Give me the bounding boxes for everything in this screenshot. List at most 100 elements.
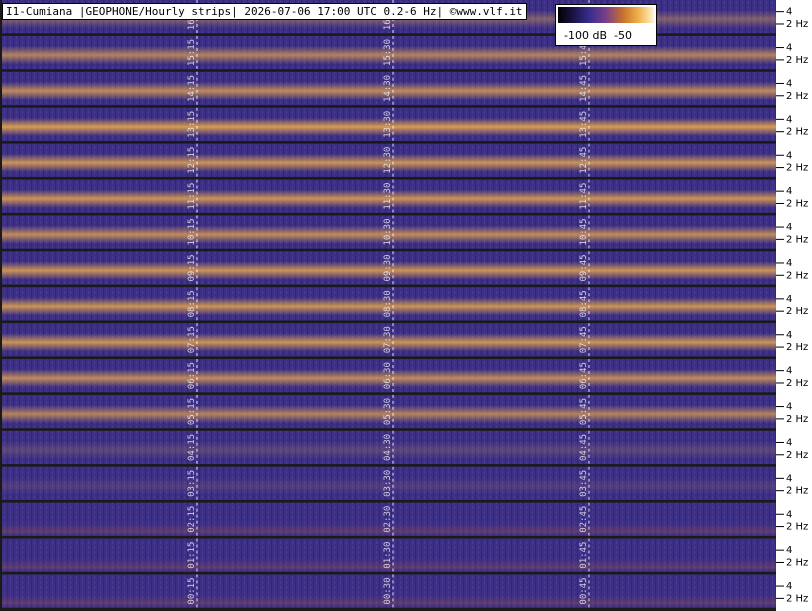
quarter-hour-label: 03:15 — [187, 470, 197, 497]
strip-12: 12:15 12:30 12:45 4 2 Hz — [2, 143, 808, 177]
frequency-tick-label: 4 — [786, 330, 792, 341]
quarter-hour-label: 10:30 — [383, 219, 393, 246]
strip-14: 14:15 14:30 14:45 4 2 Hz — [2, 71, 808, 106]
quarter-hour-label: 13:15 — [187, 111, 197, 138]
quarter-hour-label: 09:45 — [579, 254, 589, 281]
frequency-tick-label: 4 — [786, 402, 792, 413]
quarter-hour-label: 11:15 — [187, 183, 197, 210]
spectrogram-chart: 16:1516:3016:4542 Hz15:1515:3015:4542 Hz… — [0, 0, 812, 611]
frequency-tick-label: 4 — [786, 186, 792, 197]
strip-08: 08:15 08:30 08:45 42 Hz — [2, 287, 808, 321]
quarter-hour-label: 08:15 — [187, 290, 197, 317]
quarter-hour-label: 00:15 — [187, 578, 197, 605]
frequency-tick-label: 2 Hz — [786, 306, 808, 317]
frequency-tick-label: 4 — [786, 366, 792, 377]
quarter-hour-label: 09:15 — [187, 254, 197, 281]
strip-10: 10:15 10:30 10:45 42 Hz — [2, 215, 808, 249]
strip-03: 03:15 03:30 03:45 4 2 Hz — [2, 466, 808, 500]
frequency-tick-label: 4 — [786, 114, 792, 125]
quarter-hour-label: 01:30 — [383, 542, 393, 569]
frequency-tick-label: 4 — [786, 473, 792, 484]
quarter-hour-label: 13:30 — [383, 111, 393, 138]
frequency-tick-label: 2 Hz — [786, 91, 808, 102]
quarter-hour-label: 06:30 — [383, 362, 393, 389]
frequency-tick-label: 4 — [786, 150, 792, 161]
strip-09: 09:15 09:30 09:45 42 Hz — [2, 251, 808, 285]
frequency-tick-label: 4 — [786, 258, 792, 269]
quarter-hour-label: 02:45 — [579, 506, 589, 533]
quarter-hour-label: 11:30 — [383, 183, 393, 210]
frequency-tick-label: 2 Hz — [786, 557, 808, 568]
frequency-tick-label: 4 — [786, 78, 792, 89]
strip-00: 00:15 00:30 00:45 42 Hz — [2, 574, 808, 608]
frequency-tick-label: 2 Hz — [786, 270, 808, 281]
strip-05: 05:15 05:30 05:45 42 Hz — [2, 394, 808, 429]
quarter-hour-label: 07:30 — [383, 326, 393, 353]
quarter-hour-label: 04:30 — [383, 434, 393, 461]
strip-11: 11:15 11:30 11:45 42 Hz — [2, 179, 808, 213]
frequency-tick-label: 2 Hz — [786, 378, 808, 389]
quarter-hour-label: 12:15 — [187, 147, 197, 174]
frequency-tick-label: 2 Hz — [786, 522, 808, 533]
frequency-tick-label: 4 — [786, 222, 792, 233]
quarter-hour-label: 02:15 — [187, 506, 197, 533]
strip-13: 13:15 13:30 13:45 4 2 Hz — [2, 107, 808, 141]
frequency-tick-label: 2 Hz — [786, 593, 808, 604]
frequency-tick-label: 2 Hz — [786, 486, 808, 497]
quarter-hour-label: 02:30 — [383, 506, 393, 533]
quarter-hour-label: 15:30 — [383, 39, 393, 66]
frequency-tick-label: 2 Hz — [786, 342, 808, 353]
strip-07: 07:15 07:30 07:45 42 Hz — [2, 323, 808, 357]
frequency-tick-label: 4 — [786, 7, 792, 18]
quarter-hour-label: 12:30 — [383, 147, 393, 174]
frequency-tick-label: 2 Hz — [786, 414, 808, 425]
quarter-hour-label: 15:15 — [187, 39, 197, 66]
quarter-hour-label: 04:15 — [187, 434, 197, 461]
color-scale-min-label: -100 dB — [564, 29, 607, 42]
frequency-tick-label: 2 Hz — [786, 450, 808, 461]
quarter-hour-label: 14:15 — [187, 75, 197, 102]
frequency-tick-label: 2 Hz — [786, 234, 808, 245]
frequency-tick-label: 4 — [786, 294, 792, 305]
frequency-tick-label: 2 Hz — [786, 163, 808, 174]
color-scale-legend: -100 dB -50 — [555, 4, 657, 46]
strip-15: 15:15 15:30 15:45 42 Hz — [2, 35, 808, 70]
frequency-tick-label: 2 Hz — [786, 127, 808, 138]
strip-01: 01:15 01:30 01:45 42 Hz — [2, 538, 808, 572]
strip-02: 02:15 02:30 02:45 4 2 Hz — [2, 502, 808, 536]
frequency-tick-label: 4 — [786, 581, 792, 592]
frequency-tick-label: 4 — [786, 437, 792, 448]
quarter-hour-label: 04:45 — [579, 434, 589, 461]
quarter-hour-label: 11:45 — [579, 183, 589, 210]
quarter-hour-label: 13:45 — [579, 111, 589, 138]
quarter-hour-label: 07:45 — [579, 326, 589, 353]
quarter-hour-label: 07:15 — [187, 326, 197, 353]
color-scale-max-label: -50 — [614, 29, 632, 42]
quarter-hour-label: 05:15 — [187, 398, 197, 425]
strip-04: 04:15 04:30 04:45 4 2 Hz — [2, 430, 808, 465]
quarter-hour-label: 09:30 — [383, 254, 393, 281]
quarter-hour-label: 01:45 — [579, 542, 589, 569]
strip-06: 06:15 06:30 06:45 42 Hz — [2, 359, 808, 393]
quarter-hour-label: 06:45 — [579, 362, 589, 389]
color-scale-bar — [558, 7, 654, 23]
frequency-tick-label: 2 Hz — [786, 55, 808, 66]
frequency-tick-label: 4 — [786, 43, 792, 54]
quarter-hour-label: 08:30 — [383, 290, 393, 317]
quarter-hour-label: 01:15 — [187, 542, 197, 569]
quarter-hour-label: 10:15 — [187, 219, 197, 246]
frequency-tick-label: 4 — [786, 545, 792, 556]
frequency-tick-label: 4 — [786, 509, 792, 520]
quarter-hour-label: 05:45 — [579, 398, 589, 425]
quarter-hour-label: 03:30 — [383, 470, 393, 497]
quarter-hour-label: 00:30 — [383, 578, 393, 605]
quarter-hour-label: 03:45 — [579, 470, 589, 497]
quarter-hour-label: 05:30 — [383, 398, 393, 425]
quarter-hour-label: 06:15 — [187, 362, 197, 389]
frequency-tick-label: 2 Hz — [786, 198, 808, 209]
quarter-hour-label: 10:45 — [579, 219, 589, 246]
quarter-hour-label: 00:45 — [579, 578, 589, 605]
quarter-hour-label: 14:45 — [579, 75, 589, 102]
quarter-hour-label: 12:45 — [579, 147, 589, 174]
quarter-hour-label: 14:30 — [383, 75, 393, 102]
